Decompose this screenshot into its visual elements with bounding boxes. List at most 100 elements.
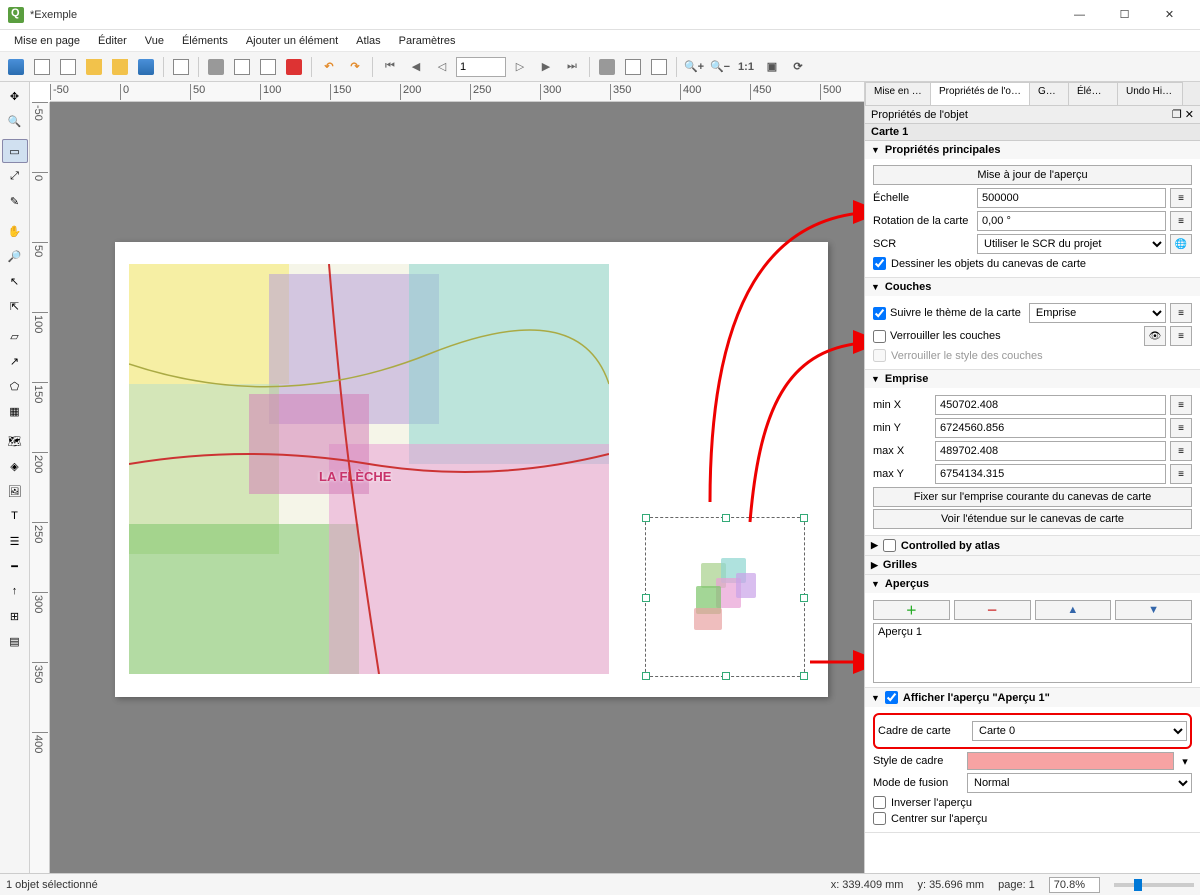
add-fixed-table-tool[interactable]: ▤: [2, 629, 28, 653]
nav-last-button[interactable]: ⏭: [560, 55, 584, 79]
overview-down-button[interactable]: ▼: [1115, 600, 1192, 620]
menu-view[interactable]: Vue: [137, 33, 172, 49]
add-map-tool[interactable]: 🗺: [2, 429, 28, 453]
edit-nodes-tool[interactable]: ✎: [2, 189, 28, 213]
pan-tool[interactable]: ✥: [2, 84, 28, 108]
map-item-main[interactable]: LA FLÈCHE: [129, 264, 609, 674]
open-template-button[interactable]: [108, 55, 132, 79]
print-button[interactable]: [204, 55, 228, 79]
dup-layout-button[interactable]: [56, 55, 80, 79]
undo-button[interactable]: ↶: [317, 55, 341, 79]
rotation-input[interactable]: [977, 211, 1166, 231]
export-pdf-button[interactable]: [282, 55, 306, 79]
new-layout-button[interactable]: [30, 55, 54, 79]
lock-layers-preset-button[interactable]: 👁: [1144, 326, 1166, 346]
section-atlas[interactable]: ▶Controlled by atlas: [865, 536, 1200, 555]
export-image-button[interactable]: [230, 55, 254, 79]
center-overview-checkbox[interactable]: [873, 812, 886, 825]
maximize-button[interactable]: ☐: [1102, 1, 1147, 29]
menu-settings[interactable]: Paramètres: [391, 33, 464, 49]
undock-icon[interactable]: ❐: [1172, 109, 1182, 121]
zoom-select[interactable]: 70.8%: [1049, 877, 1100, 893]
lock-layers-checkbox[interactable]: [873, 330, 886, 343]
add-scalebar-tool[interactable]: ━: [2, 554, 28, 578]
atlas-export-button[interactable]: [621, 55, 645, 79]
tab-layout[interactable]: Mise en pa…: [865, 82, 931, 105]
add-table-tool[interactable]: ⊞: [2, 604, 28, 628]
tab-undo-history[interactable]: Undo Hist…: [1117, 82, 1183, 105]
page-spin[interactable]: [456, 57, 506, 77]
scale-input[interactable]: [977, 188, 1166, 208]
nav-next2-button[interactable]: ▷: [508, 55, 532, 79]
draw-canvas-items-checkbox[interactable]: [873, 257, 886, 270]
refresh-button[interactable]: ⟳: [786, 55, 810, 79]
lock-layers-override-button[interactable]: ≡: [1170, 326, 1192, 346]
overview-list-item[interactable]: Aperçu 1: [878, 626, 1187, 638]
overview-up-button[interactable]: ▲: [1035, 600, 1112, 620]
menu-add-element[interactable]: Ajouter un élément: [238, 33, 346, 49]
zoom-out-button[interactable]: 🔍−: [708, 55, 732, 79]
tab-item-properties[interactable]: Propriétés de l'ob…: [930, 82, 1030, 105]
crs-select[interactable]: Utiliser le SCR du projet: [977, 234, 1166, 254]
add-html-tool[interactable]: ▦: [2, 399, 28, 423]
nav-prev2-button[interactable]: ◁: [430, 55, 454, 79]
nav-first-button[interactable]: ⏮: [378, 55, 402, 79]
frame-map-select[interactable]: Carte 0: [972, 721, 1187, 741]
invert-overview-checkbox[interactable]: [873, 796, 886, 809]
menu-atlas[interactable]: Atlas: [348, 33, 388, 49]
maxy-input[interactable]: [935, 464, 1166, 484]
add-arrow-tool[interactable]: ↗: [2, 349, 28, 373]
section-overviews[interactable]: ▼Aperçus: [865, 575, 1200, 593]
move-content-tool[interactable]: ⤢: [2, 164, 28, 188]
overview-remove-button[interactable]: －: [954, 600, 1031, 620]
close-button[interactable]: ✕: [1147, 1, 1192, 29]
view-extent-button[interactable]: Voir l'étendue sur le canevas de carte: [873, 509, 1192, 529]
minx-override-button[interactable]: ≡: [1170, 395, 1192, 415]
add-label-tool[interactable]: T: [2, 504, 28, 528]
nav-next-button[interactable]: ▶: [534, 55, 558, 79]
select-item-tool[interactable]: ↖: [2, 269, 28, 293]
maxx-input[interactable]: [935, 441, 1166, 461]
section-show-overview[interactable]: ▼ Afficher l'aperçu "Aperçu 1": [865, 688, 1200, 707]
tab-elements[interactable]: Éléme…: [1068, 82, 1118, 105]
menu-elements[interactable]: Éléments: [174, 33, 236, 49]
nav-prev-button[interactable]: ◀: [404, 55, 428, 79]
minx-input[interactable]: [935, 395, 1166, 415]
add-image-tool[interactable]: 🖼: [2, 479, 28, 503]
atlas-settings-button[interactable]: [647, 55, 671, 79]
atlas-checkbox[interactable]: [883, 539, 896, 552]
frame-style-swatch[interactable]: [967, 752, 1174, 770]
redo-button[interactable]: ↷: [343, 55, 367, 79]
miny-input[interactable]: [935, 418, 1166, 438]
miny-override-button[interactable]: ≡: [1170, 418, 1192, 438]
zoom-100-button[interactable]: 1:1: [734, 55, 758, 79]
overview-add-button[interactable]: ＋: [873, 600, 950, 620]
add-from-template-button[interactable]: [169, 55, 193, 79]
add-node-tool[interactable]: ⬠: [2, 374, 28, 398]
crs-picker-button[interactable]: 🌐: [1170, 234, 1192, 254]
close-panel-icon[interactable]: ✕: [1185, 109, 1194, 121]
theme-override-button[interactable]: ≡: [1170, 303, 1192, 323]
add-3dmap-tool[interactable]: ◈: [2, 454, 28, 478]
zoom-tool[interactable]: 🔍: [2, 109, 28, 133]
atlas-print-button[interactable]: [595, 55, 619, 79]
pan-map-tool[interactable]: ✋: [2, 219, 28, 243]
add-shape-tool[interactable]: ▱: [2, 324, 28, 348]
move-item-tool[interactable]: ⇱: [2, 294, 28, 318]
add-northarrow-tool[interactable]: ↑: [2, 579, 28, 603]
maxy-override-button[interactable]: ≡: [1170, 464, 1192, 484]
save-button[interactable]: [4, 55, 28, 79]
section-grids[interactable]: ▶Grilles: [865, 556, 1200, 574]
show-overview-checkbox[interactable]: [885, 691, 898, 704]
zoom-full-button[interactable]: ▣: [760, 55, 784, 79]
minimize-button[interactable]: —: [1057, 1, 1102, 29]
tab-guides[interactable]: Gui…: [1029, 82, 1069, 105]
canvas-area[interactable]: -50 0 50 100 150 200 250 300 350 400 450…: [30, 82, 864, 873]
menu-layout[interactable]: Mise en page: [6, 33, 88, 49]
menu-edit[interactable]: Éditer: [90, 33, 135, 49]
set-extent-button[interactable]: Fixer sur l'emprise courante du canevas …: [873, 487, 1192, 507]
update-preview-button[interactable]: Mise à jour de l'aperçu: [873, 165, 1192, 185]
section-layers[interactable]: ▼Couches: [865, 278, 1200, 296]
overview-list[interactable]: Aperçu 1: [873, 623, 1192, 683]
zoom-in-button[interactable]: 🔍+: [682, 55, 706, 79]
